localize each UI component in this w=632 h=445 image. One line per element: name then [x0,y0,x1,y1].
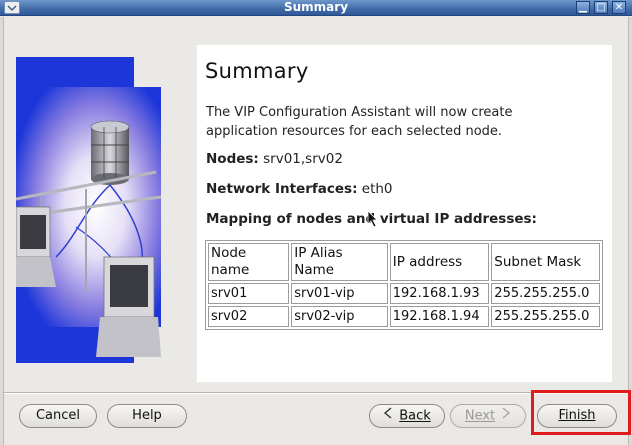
back-button[interactable]: Back [369,404,445,428]
summary-panel: Summary The VIP Configuration Assistant … [197,45,612,382]
cell-mask: 255.255.255.0 [491,283,600,304]
column-header-node: Node name [208,243,290,281]
maximize-icon[interactable]: □ [594,1,608,14]
nodes-label: Nodes: [206,151,259,167]
title-bar: Summary ▁ □ ✕ [0,0,632,16]
cell-alias: srv01-vip [291,283,388,304]
summary-description: The VIP Configuration Assistant will now… [206,103,606,141]
cell-ip: 192.168.1.94 [389,306,490,327]
nodes-line: Nodes: srv01,srv02 [206,151,343,167]
table-row[interactable]: srv02 srv02-vip 192.168.1.94 255.255.255… [208,306,600,327]
window-title: Summary [283,0,349,14]
interfaces-line: Network Interfaces: eth0 [206,181,393,197]
next-button[interactable]: Next [450,404,526,428]
cell-mask: 255.255.255.0 [491,306,600,327]
interfaces-label: Network Interfaces: [206,181,358,197]
column-header-alias: IP Alias Name [291,243,388,281]
description-line-1: The VIP Configuration Assistant will now… [206,105,513,120]
mouse-cursor-icon [367,210,378,228]
cell-alias: srv02-vip [291,306,388,327]
mapping-table: Node name IP Alias Name IP address Subne… [205,240,603,330]
cell-node: srv01 [208,283,290,304]
minimize-icon[interactable]: ▁ [576,1,590,14]
help-button[interactable]: Help [107,404,187,428]
next-arrow-icon [501,405,511,427]
column-header-ip: IP address [389,243,490,281]
description-line-2: application resources for each selected … [206,124,503,139]
nodes-value: srv01,srv02 [263,151,343,167]
close-icon[interactable]: ✕ [612,1,626,14]
cell-ip: 192.168.1.93 [389,283,490,304]
next-button-label: Next [464,408,496,424]
cancel-button[interactable]: Cancel [19,404,97,428]
table-header-row: Node name IP Alias Name IP address Subne… [208,243,600,281]
column-header-mask: Subnet Mask [491,243,600,281]
wizard-graphic [15,57,162,363]
table-row[interactable]: srv01 srv01-vip 192.168.1.93 255.255.255… [208,283,600,304]
window-border-left [0,17,4,445]
page-title: Summary [205,59,309,83]
finish-highlight-box [531,390,631,435]
back-button-label: Back [399,408,431,424]
cell-node: srv02 [208,306,290,327]
back-arrow-icon [383,405,393,427]
window-border-right [628,17,632,445]
interfaces-value: eth0 [361,181,393,197]
